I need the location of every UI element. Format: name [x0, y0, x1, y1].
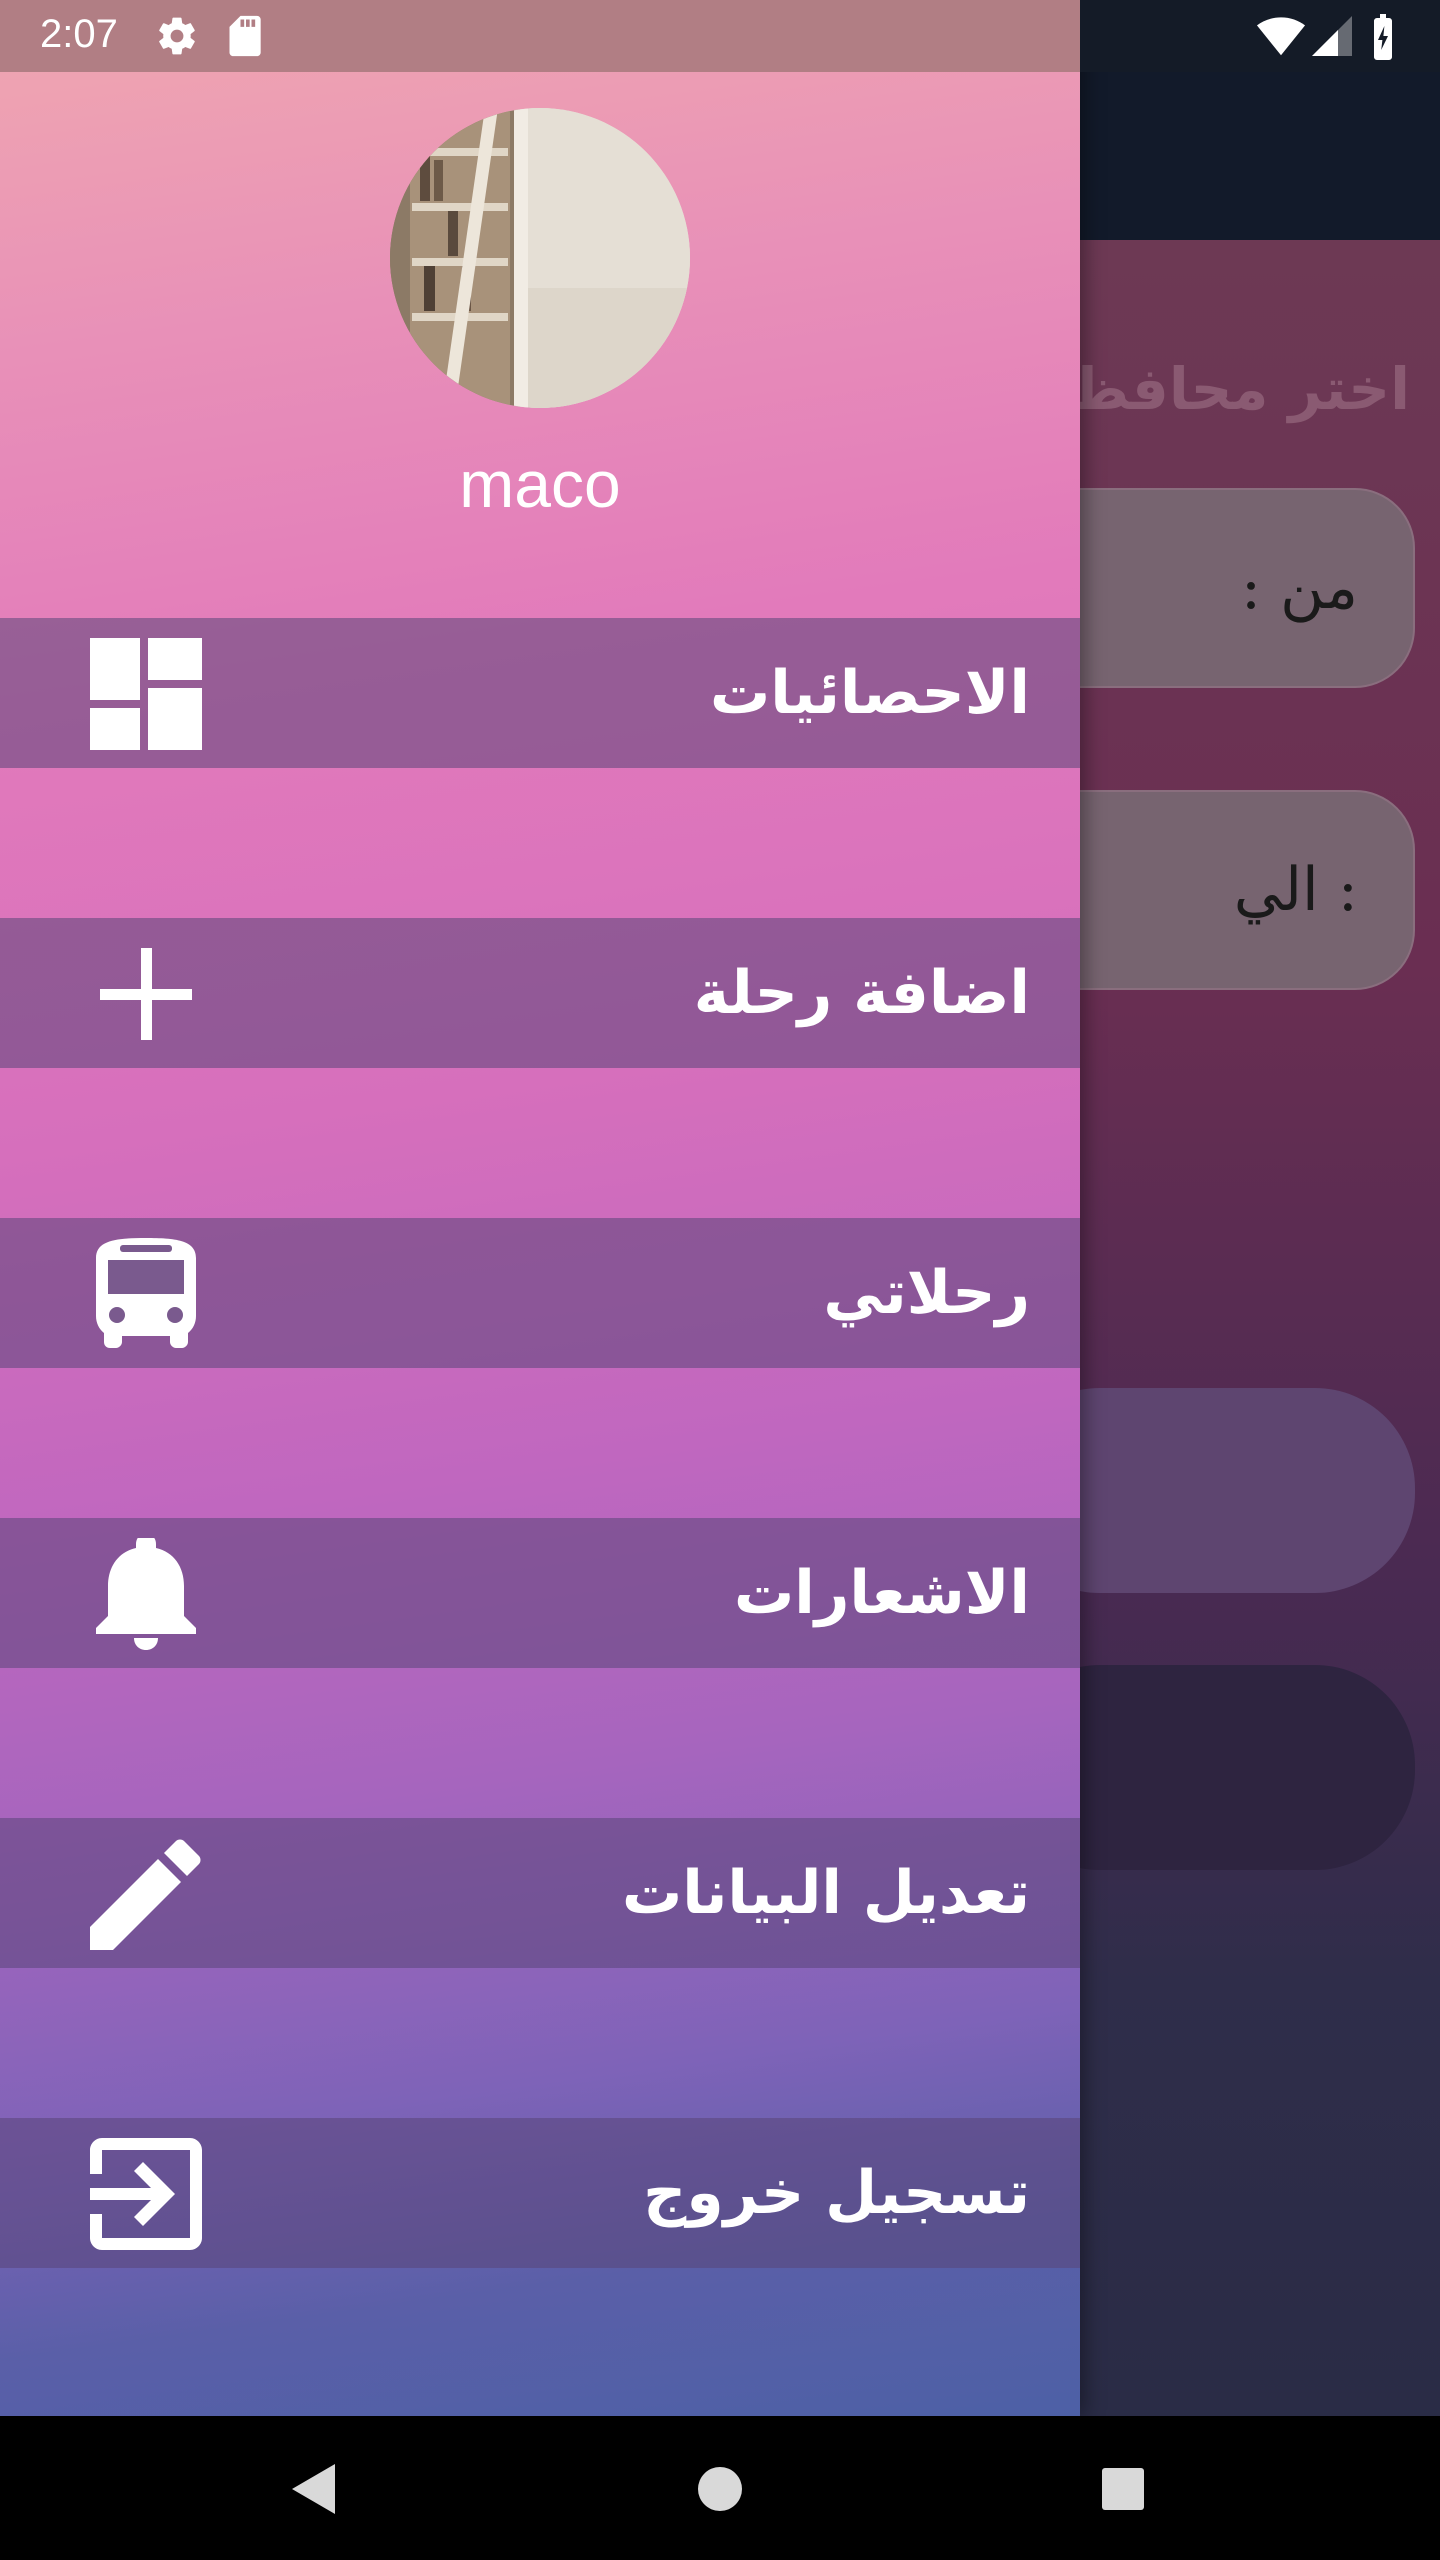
battery-charging-icon — [1374, 14, 1392, 60]
avatar-photo — [390, 108, 690, 408]
dashboard-icon — [90, 638, 202, 750]
status-bar: 2:07 — [0, 0, 1440, 72]
navigation-drawer: maco الاحصائيات اضافة رحلة رحلاتي الاشعا… — [0, 0, 1080, 2416]
avatar[interactable] — [390, 108, 690, 408]
menu-item-statistics[interactable]: الاحصائيات — [0, 618, 1080, 768]
menu-item-label: الاحصائيات — [710, 658, 1030, 728]
menu-item-label: رحلاتي — [823, 1258, 1030, 1328]
menu-item-label: الاشعارات — [733, 1558, 1030, 1628]
exit-icon — [90, 2138, 202, 2250]
menu-item-label: تعديل البيانات — [622, 1858, 1030, 1928]
home-icon[interactable] — [675, 2444, 765, 2534]
screen: اختر محافظة من : : الي 2:07 maco الاحصائ… — [0, 0, 1440, 2560]
bus-icon — [96, 1238, 196, 1348]
menu-item-my-trips[interactable]: رحلاتي — [0, 1218, 1080, 1368]
background-title: اختر محافظة — [1039, 355, 1410, 423]
status-time: 2:07 — [40, 12, 118, 56]
recents-icon[interactable] — [1078, 2444, 1168, 2534]
navigation-bar — [0, 2416, 1440, 2560]
bell-icon — [96, 1538, 196, 1650]
menu-item-add-trip[interactable]: اضافة رحلة — [0, 918, 1080, 1068]
cellular-signal-icon — [1312, 16, 1352, 56]
settings-icon — [159, 17, 195, 55]
plus-icon — [100, 948, 192, 1040]
menu-item-label: اضافة رحلة — [693, 958, 1030, 1028]
pencil-icon — [90, 1839, 201, 1950]
menu-item-label: تسجيل خروج — [643, 2158, 1030, 2228]
menu-item-logout[interactable]: تسجيل خروج — [0, 2118, 1080, 2268]
wifi-icon — [1256, 17, 1306, 56]
menu-item-edit-profile[interactable]: تعديل البيانات — [0, 1818, 1080, 1968]
user-name: maco — [459, 447, 621, 521]
to-field-label: : الي — [1233, 855, 1358, 925]
sd-card-icon — [229, 15, 261, 57]
back-icon[interactable] — [270, 2444, 360, 2534]
from-field-label: من : — [1240, 553, 1358, 623]
menu-item-notifications[interactable]: الاشعارات — [0, 1518, 1080, 1668]
